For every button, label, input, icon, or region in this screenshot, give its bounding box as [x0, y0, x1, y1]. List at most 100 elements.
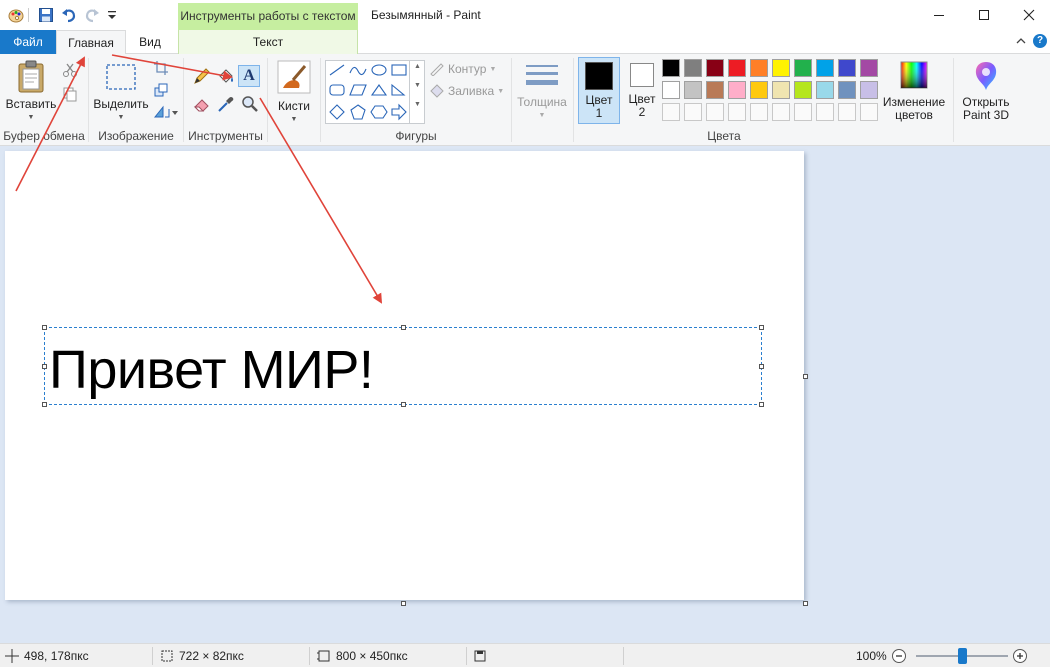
color-swatch[interactable] — [794, 59, 812, 77]
maximize-button[interactable] — [961, 0, 1007, 30]
zoom-level: 100% — [856, 644, 887, 667]
group-paint3d: Открыть Paint 3D — [954, 54, 1018, 146]
color-swatch[interactable] — [684, 59, 702, 77]
zoom-out-button[interactable] — [891, 644, 907, 667]
color-swatch[interactable] — [860, 59, 878, 77]
color-swatch[interactable] — [772, 59, 790, 77]
zoom-in-button[interactable] — [1012, 644, 1028, 667]
color-swatch[interactable] — [772, 81, 790, 99]
resize-handle[interactable] — [759, 364, 764, 369]
custom-color-slot[interactable] — [816, 103, 834, 121]
disk-icon — [474, 650, 486, 662]
minimize-button[interactable] — [916, 0, 962, 30]
resize-handle[interactable] — [42, 402, 47, 407]
canvas-size: 800 × 450пкс — [317, 644, 408, 667]
resize-handle[interactable] — [42, 364, 47, 369]
size-button[interactable]: Толщина ▼ — [516, 62, 568, 122]
custom-color-slot[interactable] — [706, 103, 724, 121]
copy-icon[interactable] — [60, 84, 80, 104]
collapse-ribbon-icon[interactable] — [1016, 35, 1026, 49]
color-swatch[interactable] — [728, 81, 746, 99]
color-swatch[interactable] — [662, 59, 680, 77]
tab-view[interactable]: Вид — [126, 30, 174, 54]
text-box[interactable]: Привет МИР! — [42, 325, 764, 407]
rotate-icon[interactable] — [153, 102, 179, 122]
open-paint3d-button[interactable]: Открыть Paint 3D — [956, 60, 1016, 122]
window-title: Безымянный - Paint — [371, 8, 481, 22]
tab-home[interactable]: Главная — [56, 30, 126, 55]
resize-icon[interactable] — [151, 80, 171, 100]
help-icon[interactable]: ? — [1033, 34, 1047, 48]
color-swatch[interactable] — [706, 59, 724, 77]
color-swatch[interactable] — [816, 81, 834, 99]
color-swatch[interactable] — [750, 59, 768, 77]
zoom-slider-thumb[interactable] — [957, 648, 967, 664]
custom-color-slot[interactable] — [838, 103, 856, 121]
color-swatch[interactable] — [838, 59, 856, 77]
customize-toolbar-icon[interactable] — [102, 5, 122, 25]
canvas-resize-handle[interactable] — [803, 374, 808, 379]
custom-color-slot[interactable] — [684, 103, 702, 121]
fill-bucket-icon[interactable] — [216, 66, 236, 86]
paint3d-label-2: Paint 3D — [962, 108, 1010, 122]
text-tool-icon[interactable]: A — [238, 65, 260, 87]
tab-file[interactable]: Файл — [0, 30, 56, 54]
brush-icon — [277, 60, 311, 94]
color-swatch[interactable] — [860, 81, 878, 99]
crop-icon[interactable] — [151, 58, 171, 78]
context-tab-header: Инструменты работы с текстом — [178, 3, 358, 30]
resize-handle[interactable] — [759, 325, 764, 330]
chevron-down-icon: ▼ — [117, 114, 125, 121]
fill-button[interactable]: Заливка ▼ — [429, 84, 504, 98]
magnifier-icon[interactable] — [240, 94, 260, 114]
canvas-text[interactable]: Привет МИР! — [49, 340, 374, 400]
color-swatch[interactable] — [706, 81, 724, 99]
outline-button[interactable]: Контур ▼ — [429, 62, 496, 76]
resize-handle[interactable] — [401, 402, 406, 407]
edit-colors-label-2: цветов — [895, 108, 933, 122]
brushes-button[interactable]: Кисти ▼ — [274, 60, 314, 126]
color-swatch[interactable] — [684, 81, 702, 99]
redo-icon[interactable] — [82, 5, 102, 25]
custom-color-slot[interactable] — [794, 103, 812, 121]
color-swatch[interactable] — [794, 81, 812, 99]
color1-button[interactable]: Цвет 1 — [578, 57, 620, 124]
color-swatch[interactable] — [838, 81, 856, 99]
shapes-scroll[interactable]: ▲ ▼ ▼ — [409, 60, 425, 124]
color-swatch[interactable] — [728, 59, 746, 77]
resize-handle[interactable] — [42, 325, 47, 330]
edit-colors-button[interactable]: Изменение цветов — [880, 60, 948, 122]
color2-button[interactable]: Цвет 2 — [622, 57, 662, 124]
color-swatch[interactable] — [816, 59, 834, 77]
select-button[interactable]: Выделить ▼ — [93, 62, 149, 124]
custom-color-slot[interactable] — [772, 103, 790, 121]
group-label-image: Изображение — [98, 129, 174, 143]
resize-handle[interactable] — [759, 402, 764, 407]
custom-color-slot[interactable] — [728, 103, 746, 121]
zoom-out-icon — [892, 649, 906, 663]
undo-icon[interactable] — [59, 5, 79, 25]
custom-color-slot[interactable] — [662, 103, 680, 121]
resize-handle[interactable] — [401, 325, 406, 330]
close-button[interactable] — [1006, 0, 1050, 30]
custom-color-slot[interactable] — [860, 103, 878, 121]
canvas-workspace[interactable]: Привет МИР! — [0, 146, 1050, 643]
paste-button[interactable]: Вставить ▼ — [4, 60, 58, 124]
paint-logo-icon[interactable] — [6, 5, 26, 25]
color-swatch[interactable] — [750, 81, 768, 99]
status-bar: 498, 178пкс 722 × 82пкс 800 × 450пкс 100… — [0, 643, 1050, 667]
color-picker-icon[interactable] — [216, 94, 236, 114]
pencil-icon[interactable] — [192, 66, 212, 86]
cut-icon[interactable] — [60, 60, 80, 80]
canvas-resize-handle[interactable] — [401, 601, 406, 606]
selection-size: 722 × 82пкс — [160, 644, 244, 667]
chevron-down-icon: ▼ — [290, 116, 298, 123]
color-swatch[interactable] — [662, 81, 680, 99]
zoom-slider[interactable] — [916, 648, 1008, 664]
eraser-icon[interactable] — [192, 94, 212, 114]
drawing-canvas[interactable]: Привет МИР! — [5, 151, 804, 600]
canvas-resize-handle[interactable] — [803, 601, 808, 606]
custom-color-slot[interactable] — [750, 103, 768, 121]
save-icon[interactable] — [36, 5, 56, 25]
tab-text[interactable]: Текст — [178, 30, 358, 54]
